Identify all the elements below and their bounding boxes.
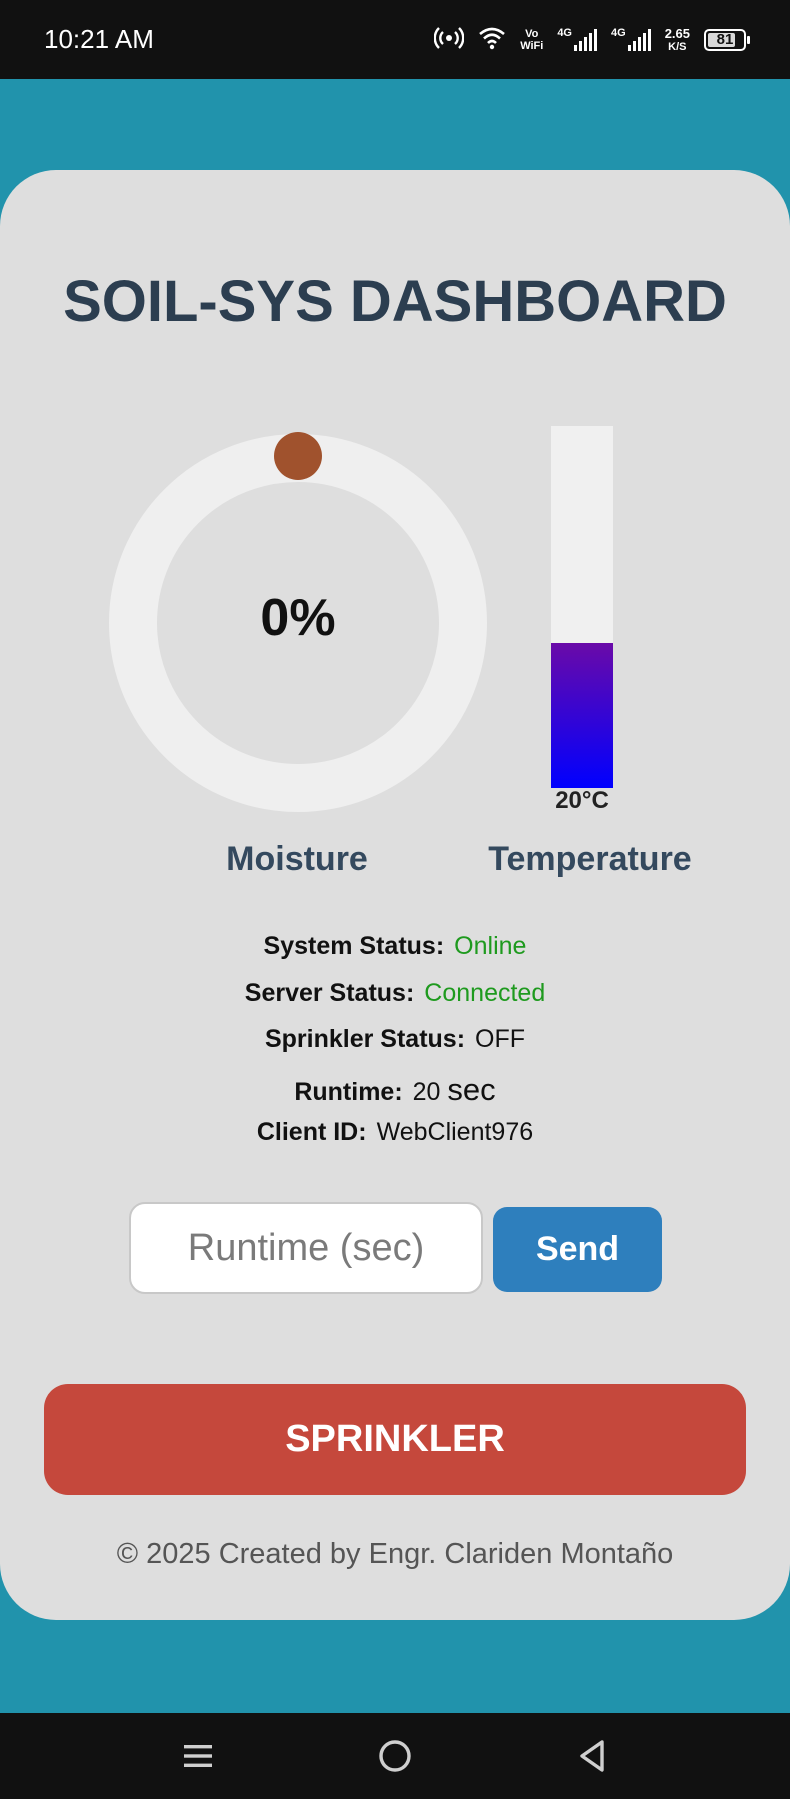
vowifi-label: Vo WiFi xyxy=(520,28,544,52)
temperature-value: 20°C xyxy=(555,787,609,814)
wifi-icon xyxy=(478,26,506,55)
battery-level: 81 xyxy=(716,31,734,48)
nav-bar xyxy=(0,1713,790,1799)
net-speed-value: 2.65 xyxy=(664,25,690,41)
status-bar: 10:21 AM Vo WiFi 4G 4G 2.65 K/S 81 xyxy=(0,0,790,79)
home-button[interactable] xyxy=(355,1713,435,1799)
net-type-1: 4G xyxy=(557,27,572,39)
temperature-label: Temperature xyxy=(488,840,692,878)
footer-credit: © 2025 Created by Engr. Clariden Montaño xyxy=(116,1538,674,1570)
home-icon xyxy=(379,1740,411,1772)
system-status-label: System Status: xyxy=(263,932,445,960)
server-status-label: Server Status: xyxy=(244,978,415,1007)
battery-cap xyxy=(747,36,750,44)
client-id-row: Client ID: WebClient976 xyxy=(0,1118,790,1165)
moisture-value: 0% xyxy=(260,589,336,647)
client-id-value: WebClient976 xyxy=(376,1118,534,1146)
system-status-value: Online xyxy=(454,932,527,960)
server-status-row: Server Status: Connected xyxy=(0,979,790,1026)
status-list: System Status: Online Server Status: Conne… xyxy=(0,932,790,1165)
status-time: 10:21 AM xyxy=(44,24,154,54)
moisture-gauge-indicator xyxy=(274,432,322,480)
runtime-input[interactable] xyxy=(129,1202,483,1294)
runtime-row: Runtime: 20 sec xyxy=(0,1072,790,1119)
runtime-label: Runtime: xyxy=(294,1077,403,1106)
temperature-gauge-fill xyxy=(551,643,613,788)
moisture-label: Moisture xyxy=(226,840,368,878)
status-icons: Vo WiFi 4G 4G 2.65 K/S 81 xyxy=(433,22,750,58)
signal-bars-1-icon xyxy=(574,29,597,51)
runtime-unit: sec xyxy=(447,1071,496,1107)
client-id-label: Client ID: xyxy=(256,1118,367,1146)
menu-button[interactable] xyxy=(158,1713,238,1799)
menu-icon xyxy=(184,1745,212,1767)
net-speed: 2.65 K/S xyxy=(664,25,690,53)
temperature-gauge xyxy=(551,426,613,788)
sprinkler-button[interactable]: SPRINKLER xyxy=(44,1384,746,1495)
system-status-row: System Status: Online xyxy=(0,932,790,979)
battery-icon: 81 xyxy=(704,29,750,51)
back-icon xyxy=(580,1740,604,1772)
sprinkler-status-value: OFF xyxy=(475,1025,526,1053)
back-button[interactable] xyxy=(552,1713,632,1799)
sprinkler-status-row: Sprinkler Status: OFF xyxy=(0,1025,790,1072)
signal-bars-2-icon xyxy=(627,29,651,51)
page-title: SOIL-SYS DASHBOARD xyxy=(63,269,727,334)
net-speed-unit: K/S xyxy=(668,40,687,53)
send-button[interactable]: Send xyxy=(493,1207,662,1292)
sprinkler-status-label: Sprinkler Status: xyxy=(264,1025,466,1053)
server-status-value: Connected xyxy=(424,978,546,1007)
signal-1: 4G xyxy=(557,27,597,51)
runtime-value: 20 xyxy=(412,1077,441,1106)
signal-2: 4G xyxy=(611,27,651,51)
net-type-2: 4G xyxy=(611,27,626,39)
hotspot-icon xyxy=(433,26,465,55)
